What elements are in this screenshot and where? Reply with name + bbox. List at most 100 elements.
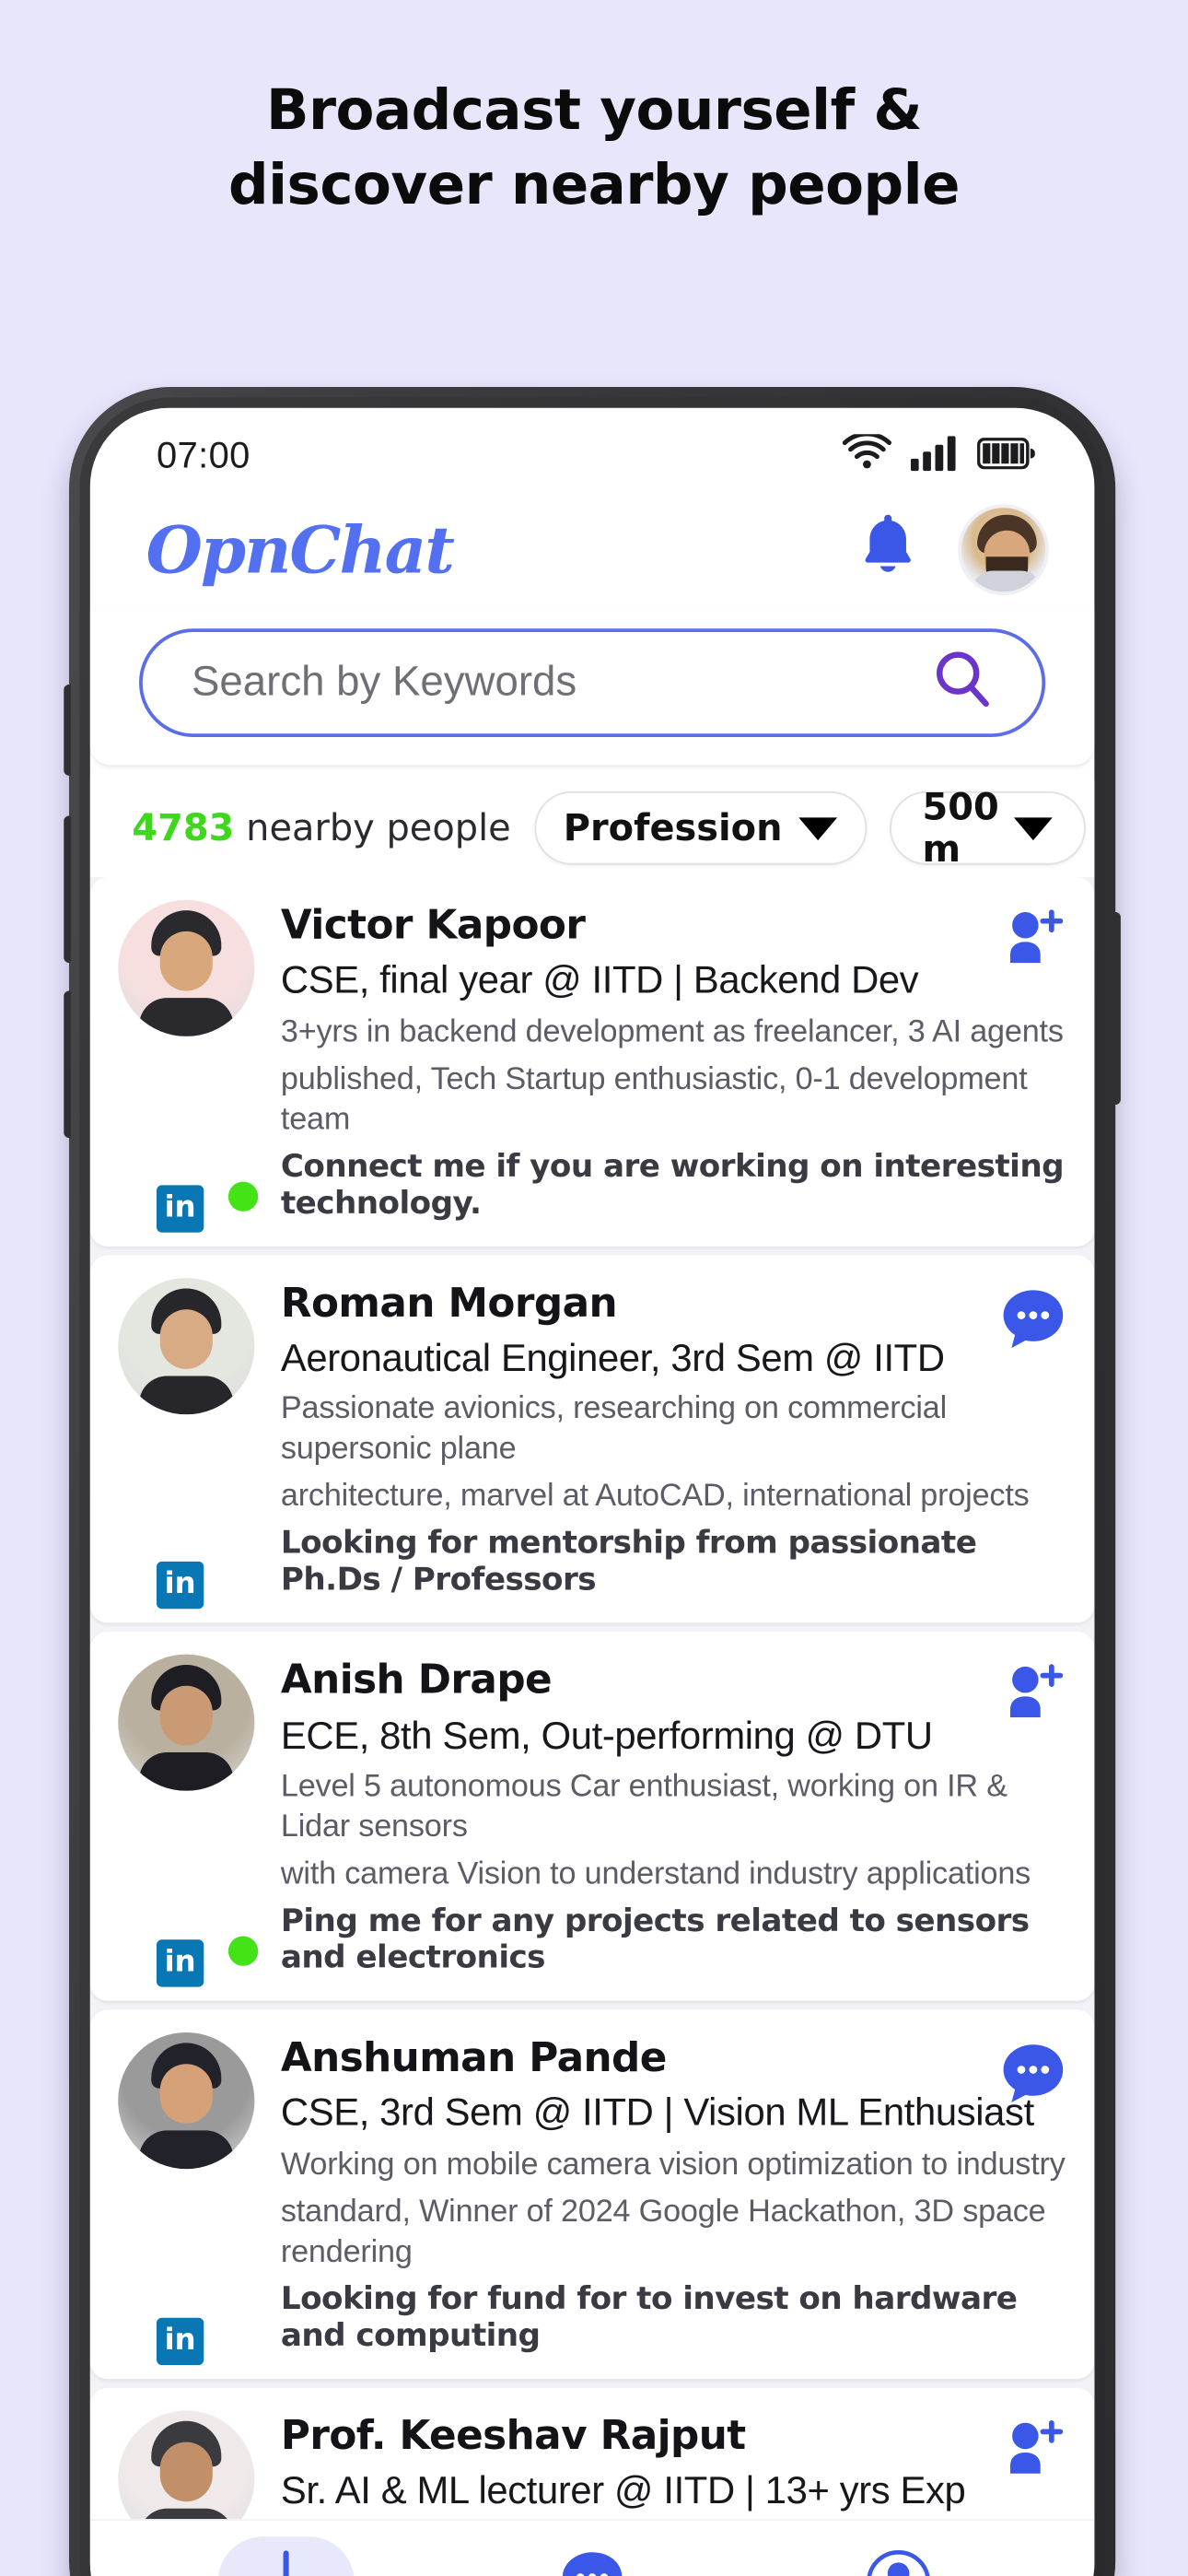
phone-screen: 07:00 OpnChat Search by Keywords 4783 ne… bbox=[89, 407, 1095, 2576]
person-cta: Looking for mentorship from passionate P… bbox=[280, 1525, 977, 1599]
search-bar[interactable]: Search by Keywords bbox=[139, 628, 1046, 737]
people-list[interactable]: in Victor Kapoor CSE, final year @ IITD … bbox=[89, 877, 1095, 2520]
cellular-signal-icon bbox=[910, 435, 958, 479]
power-button[interactable] bbox=[1113, 912, 1121, 1105]
phone-mockup: 07:00 OpnChat Search by Keywords 4783 ne… bbox=[64, 387, 1121, 2576]
person-role: Sr. AI & ML lecturer @ IITD | 13+ yrs Ex… bbox=[280, 2468, 966, 2512]
person-cta: Ping me for any projects related to sens… bbox=[280, 1903, 1030, 1977]
person-name: Anshuman Pande bbox=[280, 2036, 667, 2082]
filter-row: 4783 nearby people Profession 500 m bbox=[89, 779, 1095, 877]
avatar-body bbox=[972, 570, 1042, 592]
header-actions bbox=[853, 504, 1049, 596]
person-bio-1: Level 5 autonomous Car enthusiast, worki… bbox=[280, 1768, 1007, 1844]
person-bio-2: architecture, marvel at AutoCAD, interna… bbox=[280, 1478, 1030, 1514]
person-photo bbox=[118, 899, 255, 1036]
promo-line-2: discover nearby people bbox=[227, 151, 961, 217]
status-bar: 07:00 bbox=[90, 408, 1095, 488]
volume-up-button[interactable] bbox=[64, 815, 71, 964]
app-logo: OpnChat bbox=[146, 510, 455, 589]
status-time: 07:00 bbox=[157, 436, 250, 476]
nav-broadcast[interactable] bbox=[216, 2535, 355, 2576]
wifi-icon bbox=[842, 431, 891, 479]
chevron-down-icon bbox=[798, 816, 837, 840]
person-role: CSE, 3rd Sem @ IITD | Vision ML Enthusia… bbox=[280, 2090, 1034, 2135]
photo-face bbox=[118, 1278, 254, 1414]
chat-bubble-icon bbox=[1003, 2044, 1064, 2103]
person-card[interactable]: in Prof. Keeshav Rajput Sr. AI & ML lect… bbox=[89, 2387, 1095, 2520]
person-action-button[interactable] bbox=[996, 1282, 1070, 1356]
add-person-icon bbox=[1010, 2419, 1064, 2474]
profession-filter[interactable]: Profession bbox=[533, 790, 867, 865]
photo-face bbox=[118, 2410, 254, 2520]
person-info: Roman Morgan Aeronautical Engineer, 3rd … bbox=[280, 1278, 1066, 1599]
nav-chats[interactable] bbox=[524, 2535, 660, 2576]
online-status-dot bbox=[227, 1181, 259, 1212]
person-role: ECE, 8th Sem, Out-performing @ DTU bbox=[280, 1713, 933, 1757]
person-name: Roman Morgan bbox=[280, 1281, 618, 1327]
nav-profile[interactable] bbox=[831, 2535, 967, 2576]
screenshot-root: Broadcast yourself & discover nearby peo… bbox=[0, 0, 1188, 2576]
person-card[interactable]: in Anish Drape ECE, 8th Sem, Out-perform… bbox=[89, 1632, 1095, 2002]
person-cta: Looking for fund for to invest on hardwa… bbox=[280, 2280, 1018, 2355]
person-action-button[interactable] bbox=[996, 2038, 1070, 2112]
person-bio-2: published, Tech Startup enthusiastic, 0-… bbox=[280, 1060, 1028, 1136]
person-photo bbox=[118, 1277, 255, 1414]
person-bio-1: Passionate avionics, researching on comm… bbox=[280, 1390, 948, 1467]
person-info: Victor Kapoor CSE, final year @ IITD | B… bbox=[281, 900, 1066, 1222]
person-bio-2: with camera Vision to understand industr… bbox=[280, 1856, 1031, 1891]
mute-switch[interactable] bbox=[64, 685, 71, 776]
person-bio-1: 3+yrs in backend development as freelanc… bbox=[280, 1013, 1064, 1048]
person-action-button[interactable] bbox=[996, 1660, 1070, 1734]
add-person-icon bbox=[1010, 1665, 1064, 1718]
profile-icon bbox=[868, 2549, 931, 2576]
app-header: OpnChat bbox=[90, 488, 1095, 611]
person-info: Anish Drape ECE, 8th Sem, Out-performing… bbox=[281, 1655, 1066, 1976]
distance-filter[interactable]: 500 m bbox=[889, 786, 1087, 870]
linkedin-badge-icon: in bbox=[157, 1939, 204, 1987]
promo-headline: Broadcast yourself & discover nearby peo… bbox=[0, 80, 1188, 217]
avatar[interactable] bbox=[958, 504, 1049, 596]
person-name: Victor Kapoor bbox=[280, 903, 586, 949]
person-photo-wrap: in bbox=[118, 1277, 255, 1610]
online-status-dot bbox=[227, 1936, 259, 1967]
person-role: CSE, final year @ IITD | Backend Dev bbox=[280, 957, 919, 1002]
linkedin-badge-icon: in bbox=[157, 2317, 204, 2365]
chat-bubble-icon bbox=[562, 2551, 623, 2576]
person-info: Anshuman Pande CSE, 3rd Sem @ IITD | Vis… bbox=[281, 2032, 1066, 2354]
person-card[interactable]: in Anshuman Pande CSE, 3rd Sem @ IITD | … bbox=[89, 2009, 1095, 2379]
bottom-navigation bbox=[89, 2519, 1095, 2576]
person-photo-wrap: in bbox=[118, 2032, 255, 2365]
profession-filter-label: Profession bbox=[563, 807, 783, 849]
status-icons bbox=[842, 431, 1036, 479]
person-name: Anish Drape bbox=[280, 1658, 553, 1704]
person-cta: Connect me if you are working on interes… bbox=[280, 1147, 1065, 1222]
notification-bell-icon[interactable] bbox=[853, 507, 923, 592]
broadcast-radar-icon bbox=[282, 2549, 288, 2576]
person-role: Aeronautical Engineer, 3rd Sem @ IITD bbox=[280, 1335, 945, 1380]
nearby-count-label: 4783 nearby people bbox=[132, 807, 510, 849]
search-icon[interactable] bbox=[930, 645, 996, 720]
chevron-down-icon bbox=[1014, 816, 1054, 840]
person-photo-wrap: in bbox=[118, 1655, 259, 1987]
battery-icon bbox=[976, 436, 1036, 477]
search-section: Search by Keywords bbox=[89, 611, 1095, 767]
volume-down-button[interactable] bbox=[64, 990, 71, 1139]
person-action-button[interactable] bbox=[996, 905, 1070, 978]
person-card[interactable]: in Victor Kapoor CSE, final year @ IITD … bbox=[89, 877, 1095, 1247]
linkedin-badge-icon: in bbox=[157, 1184, 204, 1233]
chat-bubble-icon bbox=[1003, 1289, 1064, 1348]
person-card[interactable]: in Roman Morgan Aeronautical Engineer, 3… bbox=[89, 1254, 1095, 1624]
photo-face bbox=[118, 1655, 254, 1792]
add-person-icon bbox=[1010, 909, 1064, 964]
promo-line-1: Broadcast yourself & bbox=[265, 77, 923, 143]
photo-face bbox=[118, 900, 254, 1036]
person-photo bbox=[118, 2032, 255, 2170]
photo-face bbox=[118, 2032, 254, 2170]
person-name: Prof. Keeshav Rajput bbox=[280, 2413, 746, 2460]
search-input[interactable]: Search by Keywords bbox=[192, 659, 577, 708]
person-photo-wrap: in bbox=[118, 899, 259, 1233]
person-action-button[interactable] bbox=[996, 2416, 1070, 2489]
person-photo bbox=[118, 2410, 255, 2520]
distance-filter-label: 500 m bbox=[922, 786, 999, 871]
linkedin-badge-icon: in bbox=[157, 1562, 204, 1610]
